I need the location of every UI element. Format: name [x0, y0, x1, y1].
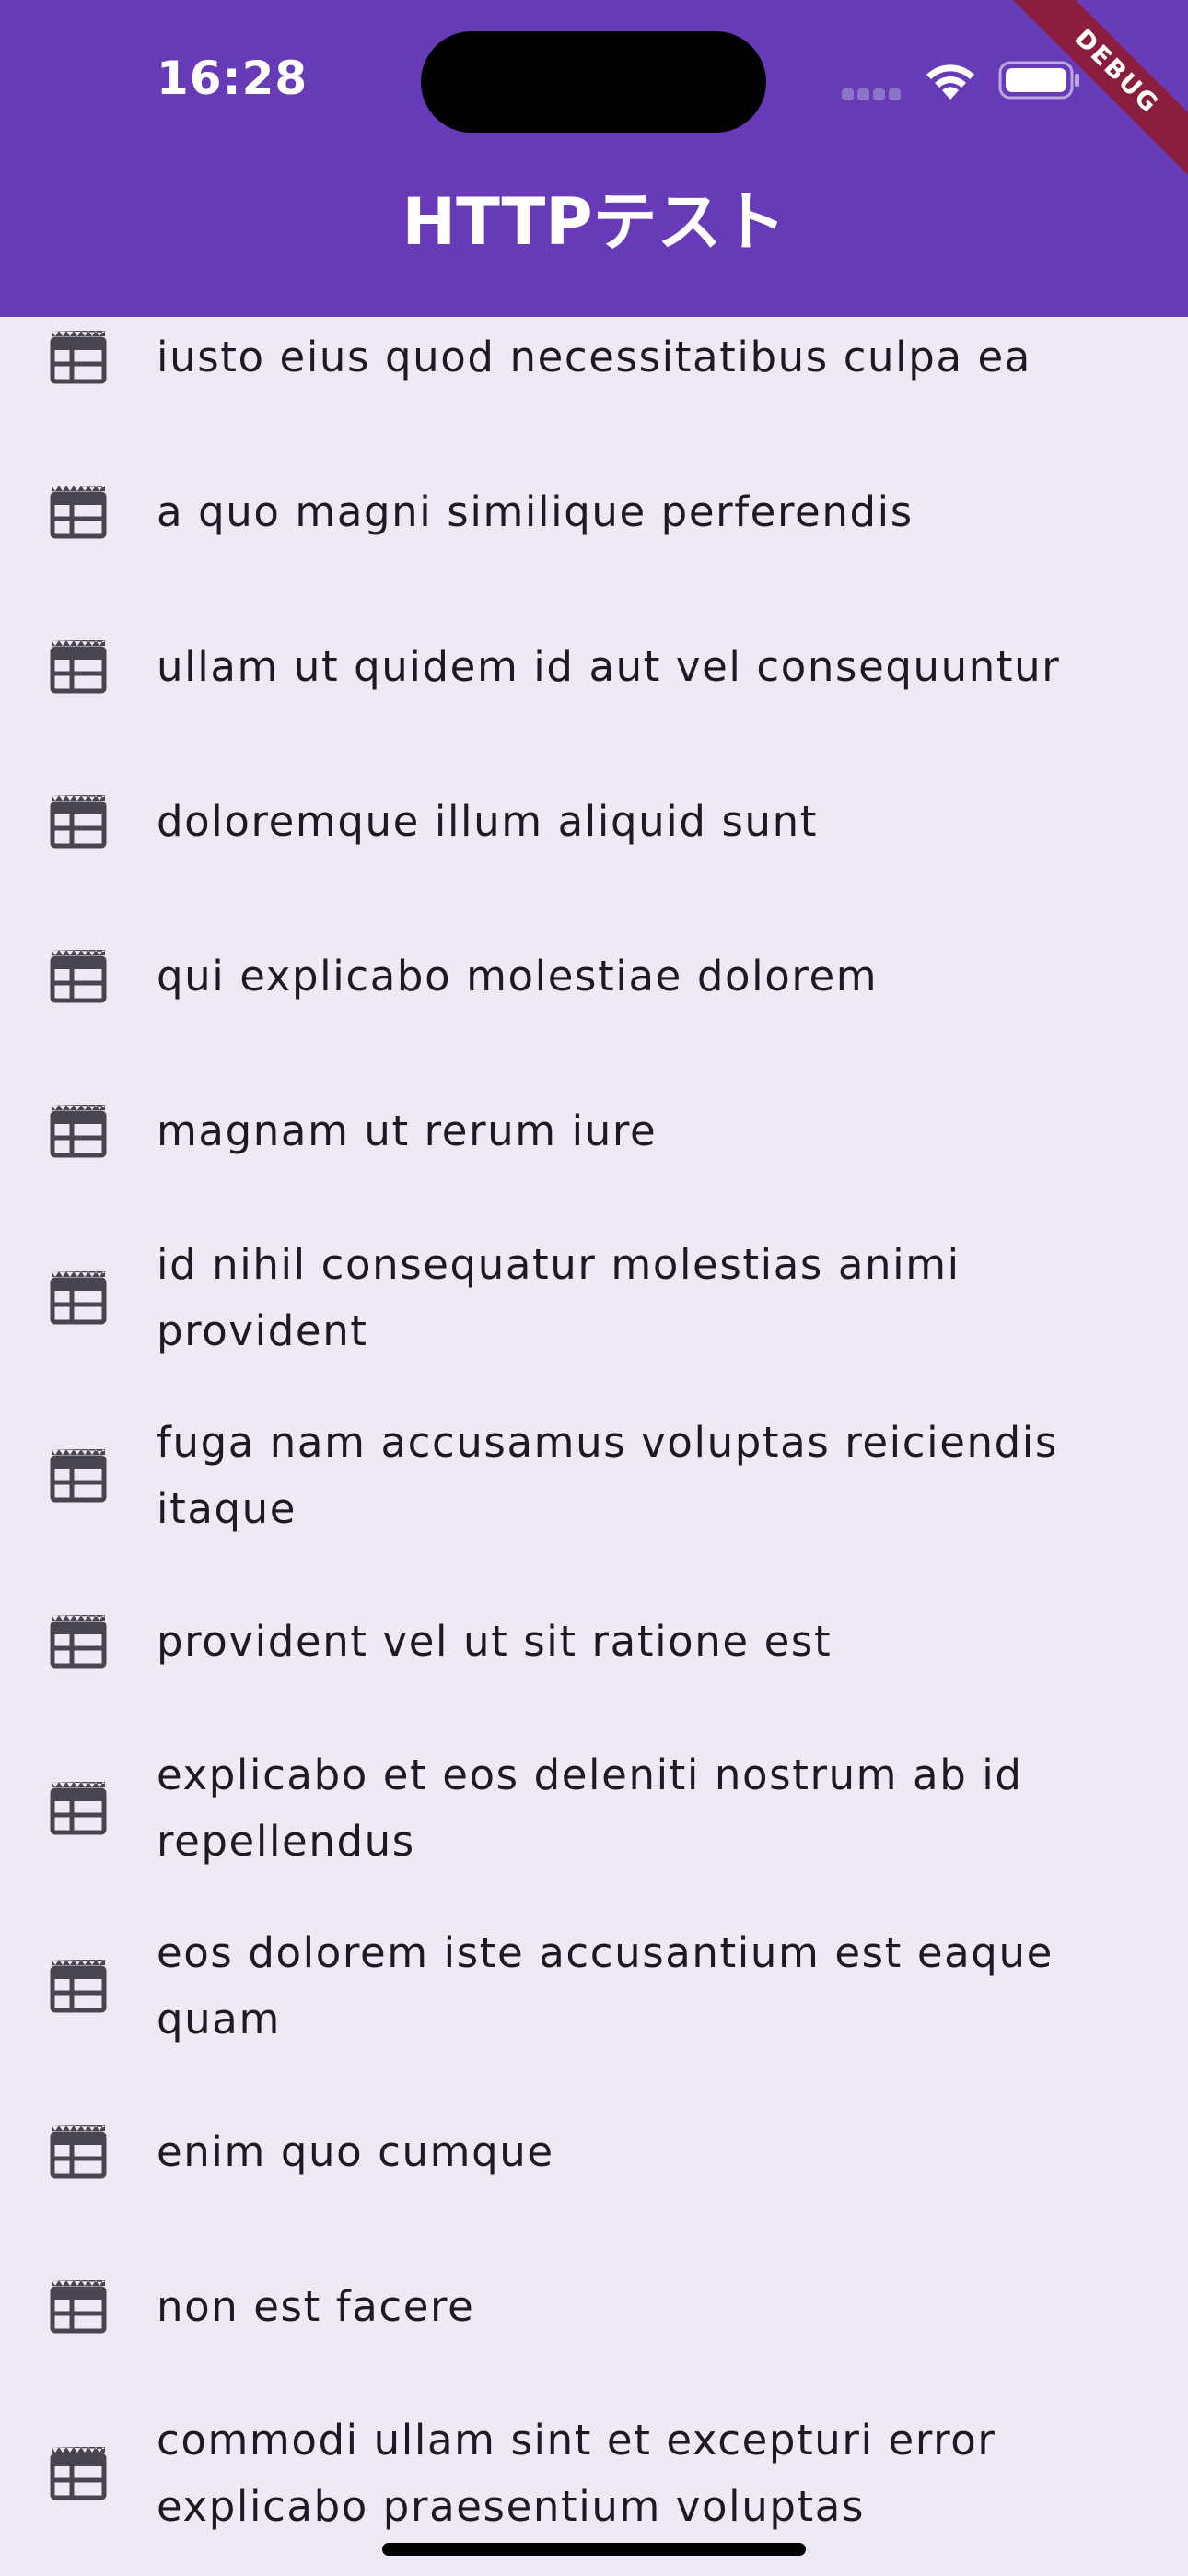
list-item[interactable]: fuga nam accusamus voluptas reiciendis i…: [0, 1387, 1188, 1564]
list-item[interactable]: magnam ut rerum iure: [0, 1054, 1188, 1209]
list-item-label: magnam ut rerum iure: [157, 1107, 658, 1155]
list-item-label: commodi ullam sint et excepturi error ex…: [157, 2415, 996, 2531]
table-chart-icon: [50, 1270, 107, 1324]
app-screen: 16:28 DEBUG HTTPテスト iusto eius quod nece…: [0, 0, 1188, 2576]
home-indicator[interactable]: [382, 2543, 806, 2556]
list-item-label: explicabo et eos deleniti nostrum ab id …: [157, 1750, 1023, 1866]
list-item[interactable]: explicabo et eos deleniti nostrum ab id …: [0, 1719, 1188, 1897]
list-item-label: provident vel ut sit ratione est: [157, 1617, 833, 1666]
list-item-label: ullam ut quidem id aut vel consequuntur: [157, 642, 1061, 691]
table-chart-icon: [50, 2280, 107, 2334]
table-chart-icon: [50, 795, 107, 849]
list-item[interactable]: commodi ullam sint et excepturi error ex…: [0, 2384, 1188, 2562]
post-list[interactable]: iusto eius quod necessitatibus culpa ea …: [0, 317, 1188, 2576]
dynamic-island: [421, 31, 766, 133]
list-item-label: non est facere: [157, 2282, 475, 2331]
table-chart-icon: [50, 1615, 107, 1669]
list-item[interactable]: provident vel ut sit ratione est: [0, 1564, 1188, 1719]
list-item[interactable]: eos dolorem iste accusantium est eaque q…: [0, 1897, 1188, 2075]
list-item[interactable]: doloremque illum aliquid sunt: [0, 744, 1188, 899]
list-item[interactable]: id nihil consequatur molestias animi pro…: [0, 1209, 1188, 1387]
list-item-label: fuga nam accusamus voluptas reiciendis i…: [157, 1417, 1058, 1533]
table-chart-icon: [50, 1448, 107, 1502]
list-item-label: doloremque illum aliquid sunt: [157, 797, 818, 846]
list-item-label: iusto eius quod necessitatibus culpa ea: [157, 333, 1031, 381]
list-item-label: enim quo cumque: [157, 2127, 554, 2176]
post-list-content: iusto eius quod necessitatibus culpa ea …: [0, 317, 1188, 2562]
list-item[interactable]: enim quo cumque: [0, 2075, 1188, 2230]
list-item-label: eos dolorem iste accusantium est eaque q…: [157, 1927, 1054, 2043]
list-item-label: a quo magni similique perferendis: [157, 487, 914, 536]
table-chart-icon: [50, 950, 107, 1003]
table-chart-icon: [50, 1959, 107, 2012]
status-time: 16:28: [157, 52, 309, 105]
cellular-signal-icon: [842, 87, 906, 100]
list-item[interactable]: non est facere: [0, 2230, 1188, 2384]
list-item[interactable]: ullam ut quidem id aut vel consequuntur: [0, 590, 1188, 744]
list-item-label: id nihil consequatur molestias animi pro…: [157, 1239, 961, 1355]
wifi-icon: [926, 64, 974, 100]
table-chart-icon: [50, 1781, 107, 1834]
table-chart-icon: [50, 640, 107, 694]
table-chart-icon: [50, 486, 107, 539]
table-chart-icon: [50, 2446, 107, 2500]
list-item-label: qui explicabo molestiae dolorem: [157, 952, 879, 1001]
page-title: HTTPテスト: [402, 184, 786, 260]
app-bar: 16:28 DEBUG HTTPテスト: [0, 0, 1188, 317]
battery-icon: [998, 61, 1079, 100]
list-item[interactable]: qui explicabo molestiae dolorem: [0, 899, 1188, 1054]
table-chart-icon: [50, 2125, 107, 2179]
table-chart-icon: [50, 1105, 107, 1158]
list-item[interactable]: iusto eius quod necessitatibus culpa ea: [0, 317, 1188, 435]
table-chart-icon: [50, 331, 107, 384]
list-item[interactable]: a quo magni similique perferendis: [0, 435, 1188, 590]
